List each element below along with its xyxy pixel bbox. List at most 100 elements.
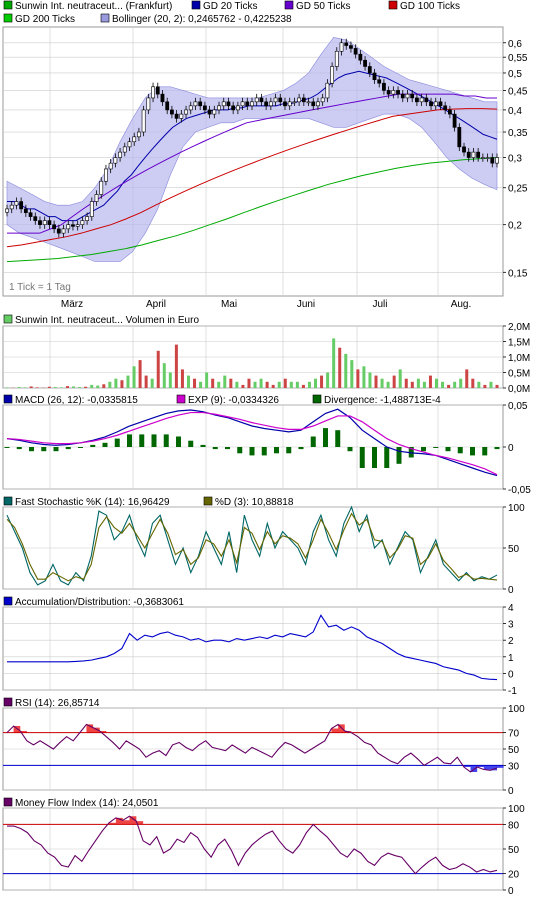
divergence-bar (286, 447, 292, 454)
volume-bar (5, 387, 9, 388)
volume-bar (386, 381, 390, 388)
divergence-bar (16, 447, 22, 450)
volume-bar (465, 369, 469, 388)
candle-body (127, 141, 132, 148)
candle-body (283, 101, 287, 107)
divergence-bar (372, 447, 377, 468)
stoch-ytick-label: 0 (508, 585, 514, 596)
divergence-bar (151, 434, 157, 447)
price-ytick-label: 0,15 (508, 268, 528, 279)
volume-bar (344, 353, 348, 388)
volume-bar (144, 375, 148, 388)
candle-body (320, 97, 325, 103)
candle-body (226, 101, 231, 107)
price-ytick-label: 0,45 (508, 86, 528, 97)
volume-bar (404, 378, 408, 388)
mfi-ytick-label: 50 (508, 845, 520, 856)
divergence-bar (237, 447, 243, 454)
candle-body (146, 97, 151, 111)
candle-body (9, 204, 14, 210)
price-ytick-label: 0,4 (508, 106, 522, 117)
candle-body (75, 224, 80, 227)
volume-bar (477, 381, 481, 388)
candle-body (14, 201, 19, 206)
x-month-label: Aug. (451, 299, 472, 310)
candle-body (250, 101, 254, 107)
volume-bar (156, 350, 160, 388)
volume-bar (241, 384, 245, 388)
price-legend-label: Sunwin Int. neutraceut... (Frankfurt) (15, 1, 172, 12)
macd-legend-swatch (312, 394, 322, 404)
candle-body (221, 101, 226, 107)
volume-bar (126, 375, 130, 388)
divergence-bar (482, 447, 488, 456)
volume-bar (453, 381, 457, 388)
candle-body (28, 212, 33, 217)
candle-body (71, 224, 75, 227)
candle-body (405, 93, 410, 99)
candle-body (334, 50, 339, 67)
volume-bar (47, 386, 51, 388)
volume-bar (277, 381, 281, 388)
candle-body (490, 157, 495, 164)
volume-bar (180, 369, 184, 388)
price-legend-label: GD 200 Ticks (15, 14, 75, 25)
candle-body (363, 59, 367, 67)
volume-ytick-label: 0,5M (508, 369, 530, 380)
divergence-bar (78, 447, 83, 448)
divergence-bar (225, 447, 230, 450)
volume-bar (483, 384, 487, 388)
stoch-legend-label: Fast Stochastic %K (14): 16,96429 (15, 497, 170, 508)
macd-legend-swatch (3, 394, 13, 404)
candle-body (316, 101, 320, 107)
candle-body (85, 216, 89, 221)
candle-body (240, 101, 245, 107)
divergence-bar (494, 447, 500, 450)
divergence-bar (310, 436, 316, 447)
price-legend-swatch (388, 0, 398, 10)
candle-body (137, 131, 141, 138)
ad-legend-label: Accumulation/Distribution: -0,3683061 (15, 597, 184, 608)
volume-bar (186, 375, 190, 388)
rsi-ytick-label: 0 (508, 786, 514, 797)
candle-body (424, 97, 429, 103)
volume-bar (380, 378, 384, 388)
volume-bar (350, 360, 354, 388)
divergence-bar (347, 447, 353, 452)
volume-bar (447, 384, 451, 388)
rsi-ytick-label: 70 (508, 729, 520, 740)
volume-ytick-label: 0,0M (508, 384, 530, 395)
price-legend-swatch (3, 13, 13, 23)
divergence-bar (163, 434, 169, 447)
volume-bar (114, 378, 118, 388)
divergence-bar (41, 447, 47, 452)
candle-body (447, 109, 452, 115)
candle-body (400, 93, 405, 99)
divergence-bar (200, 444, 206, 447)
candle-body (155, 86, 160, 95)
volume-bar (168, 372, 172, 388)
candle-body (273, 97, 278, 103)
volume-bar (96, 385, 100, 388)
rsi-legend-label: RSI (14): 26,85714 (15, 698, 100, 709)
price-ytick-label: 0,2 (508, 221, 522, 232)
stoch-ytick-label: 50 (508, 544, 520, 555)
candle-body (80, 220, 85, 225)
candle-body (42, 220, 47, 225)
rsi-ytick-label: 100 (508, 704, 525, 715)
volume-bar (301, 384, 305, 388)
volume-bar (495, 384, 499, 388)
mfi-ytick-label: 0 (508, 886, 514, 897)
price-legend-swatch (284, 0, 294, 10)
price-ytick-label: 0,3 (508, 154, 522, 165)
price-ytick-label: 0,25 (508, 184, 528, 195)
candle-body (132, 136, 137, 143)
volume-bar (422, 381, 426, 388)
candle-body (202, 105, 207, 111)
volume-bar (59, 387, 63, 388)
candle-body (89, 201, 94, 217)
volume-bar (211, 378, 215, 388)
candle-body (38, 220, 42, 225)
macd-ytick-label: 0,05 (508, 401, 528, 412)
volume-bar (90, 384, 94, 388)
